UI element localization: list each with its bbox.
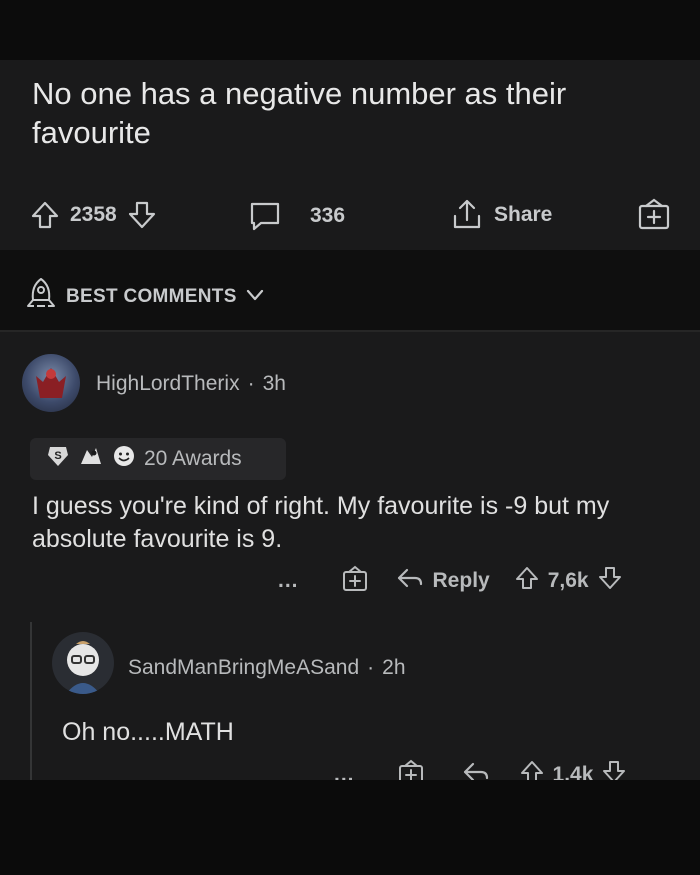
comments-button[interactable]: 336 <box>248 200 345 232</box>
award-button[interactable] <box>341 564 369 598</box>
comment-body: I guess you're kind of right. My favouri… <box>32 492 610 553</box>
comment-age: 2h <box>382 656 406 679</box>
comment-count: 336 <box>310 204 346 227</box>
downvote-icon[interactable] <box>597 565 623 597</box>
comment-score: 7,6k <box>547 569 589 592</box>
comment-age: 3h <box>262 372 286 395</box>
share-button[interactable]: Share <box>450 198 552 232</box>
chevron-down-icon <box>245 286 265 308</box>
thread-line <box>30 622 32 782</box>
comment-author[interactable]: SandManBringMeASand · 2h <box>128 656 406 680</box>
silver-award-icon: S <box>46 444 70 474</box>
downvote-icon[interactable] <box>127 200 157 230</box>
post-score: 2358 <box>70 203 117 226</box>
comment-icon <box>248 200 282 232</box>
award-icon <box>341 564 369 598</box>
comment-author[interactable]: HighLordTherix · 3h <box>96 372 286 396</box>
avatar[interactable] <box>52 632 114 694</box>
award-icon <box>636 196 672 232</box>
avatar[interactable] <box>22 354 80 412</box>
more-button[interactable]: ... <box>278 569 299 593</box>
sort-dropdown[interactable]: BEST COMMENTS <box>24 276 265 318</box>
reply-icon <box>395 566 425 596</box>
awards-count: 20 Awards <box>144 447 242 470</box>
post-title: No one has a negative number as their fa… <box>32 76 567 150</box>
post-card: No one has a negative number as their fa… <box>0 60 700 250</box>
post-vote-group: 2358 <box>30 200 157 230</box>
award-button[interactable] <box>636 196 672 232</box>
bottom-band <box>0 780 700 875</box>
comment-body: Oh no.....MATH <box>62 718 234 746</box>
reply-button[interactable]: Reply <box>395 566 490 596</box>
post-action-bar: 2358 336 Share <box>0 190 700 240</box>
helpful-award-icon <box>78 444 104 474</box>
upvote-icon[interactable] <box>514 565 540 597</box>
rocket-icon <box>24 276 58 318</box>
comment-vote-group: 7,6k <box>514 565 623 597</box>
awards-badge[interactable]: S 20 Awards <box>30 438 286 480</box>
sort-bar: BEST COMMENTS <box>0 250 700 330</box>
username[interactable]: SandManBringMeASand <box>128 656 359 679</box>
comment-actions: ... Reply 7,6k <box>278 564 623 598</box>
upvote-icon[interactable] <box>30 200 60 230</box>
svg-text:S: S <box>54 450 61 462</box>
more-icon: ... <box>278 569 299 592</box>
separator: · <box>367 656 375 679</box>
wholesome-award-icon <box>112 444 136 474</box>
username[interactable]: HighLordTherix <box>96 372 240 395</box>
top-band <box>0 0 700 60</box>
share-icon <box>450 198 484 232</box>
reply-label: Reply <box>432 569 490 592</box>
share-label: Share <box>494 203 553 226</box>
separator: · <box>247 372 255 395</box>
sort-label: BEST COMMENTS <box>66 286 237 307</box>
comment-thread: HighLordTherix · 3h S 20 Awards I guess yo… <box>0 332 700 786</box>
